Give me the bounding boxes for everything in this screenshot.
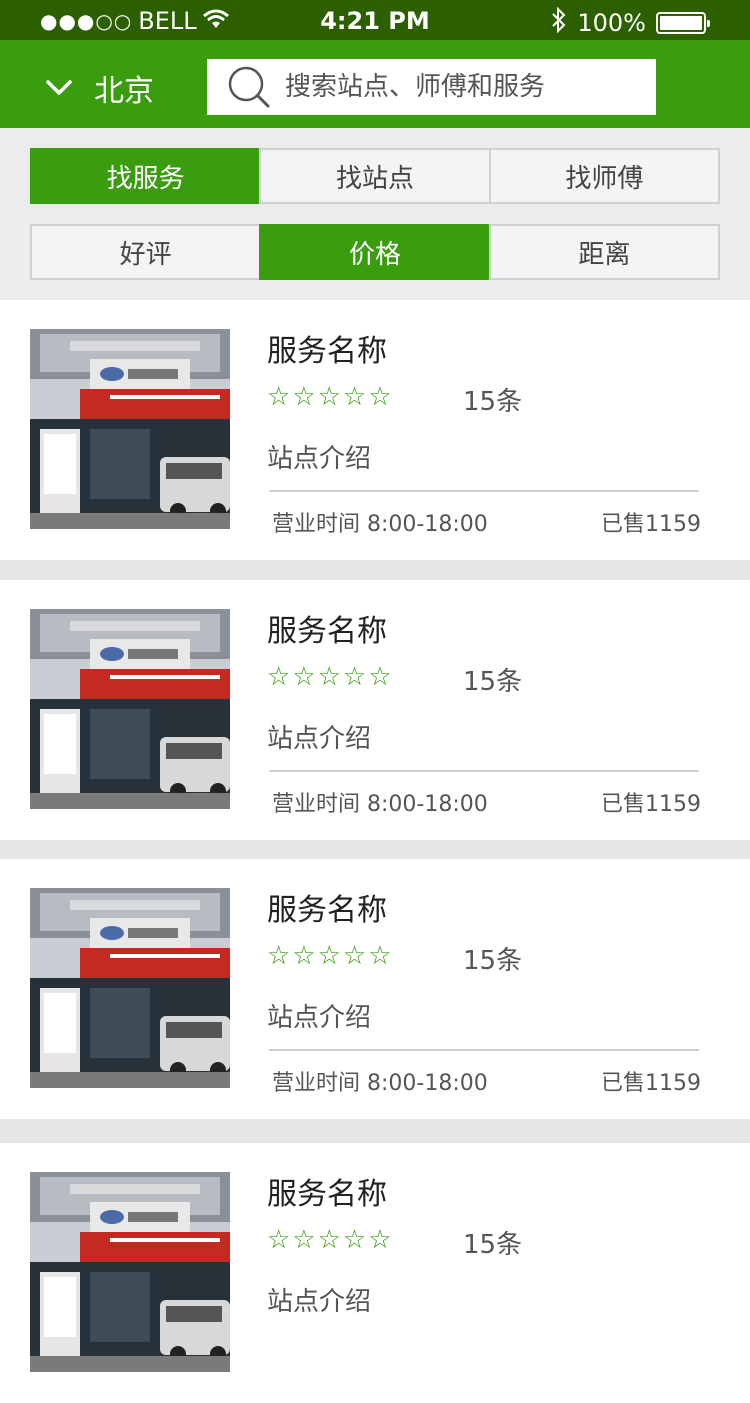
list-item[interactable]: 服务名称 ☆☆☆☆☆ 15条 站点介绍 营业时间 8:00-18:00 已售11… xyxy=(0,580,750,840)
service-name: 服务名称 xyxy=(267,893,387,928)
tab-find-master[interactable]: 找师傅 xyxy=(488,148,720,204)
review-count: 15条 xyxy=(463,946,523,976)
top-nav: 北京 xyxy=(0,40,750,128)
station-intro: 站点介绍 xyxy=(267,1287,372,1317)
business-hours: 营业时间 8:00-18:00 xyxy=(272,792,488,817)
search-box[interactable] xyxy=(207,59,656,115)
sold-count: 已售1159 xyxy=(601,512,701,537)
search-icon xyxy=(227,65,271,109)
primary-tabs: 找服务 找站点 找师傅 xyxy=(30,148,720,204)
rating-stars-icon: ☆☆☆☆☆ xyxy=(267,941,394,971)
divider xyxy=(269,770,699,772)
tab-find-service[interactable]: 找服务 xyxy=(30,148,262,204)
list-item[interactable]: 服务名称 ☆☆☆☆☆ 15条 站点介绍 营业时间 8:00-18:00 已售11… xyxy=(0,300,750,560)
divider xyxy=(269,490,699,492)
station-intro: 站点介绍 xyxy=(267,724,372,754)
city-label: 北京 xyxy=(94,74,154,109)
business-hours: 营业时间 8:00-18:00 xyxy=(272,512,488,537)
review-count: 15条 xyxy=(463,387,523,417)
list-item[interactable]: 服务名称 ☆☆☆☆☆ 15条 站点介绍 xyxy=(0,1143,750,1403)
chevron-down-icon xyxy=(44,71,74,106)
review-count: 15条 xyxy=(463,667,523,697)
status-bar: ●●●○○ BELL 4:21 PM 100% xyxy=(0,0,750,40)
service-name: 服务名称 xyxy=(267,614,387,649)
bluetooth-icon xyxy=(551,6,567,39)
sort-rating[interactable]: 好评 xyxy=(30,224,262,280)
rating-stars-icon: ☆☆☆☆☆ xyxy=(267,382,394,412)
service-name: 服务名称 xyxy=(267,334,387,369)
battery-icon xyxy=(656,12,710,34)
station-photo xyxy=(30,609,230,809)
service-name: 服务名称 xyxy=(267,1177,387,1212)
review-count: 15条 xyxy=(463,1230,523,1260)
station-intro: 站点介绍 xyxy=(267,444,372,474)
rating-stars-icon: ☆☆☆☆☆ xyxy=(267,1225,394,1255)
station-photo xyxy=(30,329,230,529)
status-right: 100% xyxy=(551,6,710,39)
sold-count: 已售1159 xyxy=(601,792,701,817)
station-photo xyxy=(30,1172,230,1372)
sort-distance[interactable]: 距离 xyxy=(488,224,720,280)
rating-stars-icon: ☆☆☆☆☆ xyxy=(267,662,394,692)
station-photo xyxy=(30,888,230,1088)
filter-panel: 找服务 找站点 找师傅 好评 价格 距离 xyxy=(0,128,750,300)
tab-find-station[interactable]: 找站点 xyxy=(259,148,491,204)
city-selector[interactable]: 北京 xyxy=(44,66,154,110)
search-input[interactable] xyxy=(285,72,645,102)
list-item[interactable]: 服务名称 ☆☆☆☆☆ 15条 站点介绍 营业时间 8:00-18:00 已售11… xyxy=(0,859,750,1119)
station-intro: 站点介绍 xyxy=(267,1003,372,1033)
divider xyxy=(269,1049,699,1051)
sort-tabs: 好评 价格 距离 xyxy=(30,224,720,280)
business-hours: 营业时间 8:00-18:00 xyxy=(272,1071,488,1096)
sold-count: 已售1159 xyxy=(601,1071,701,1096)
battery-label: 100% xyxy=(577,9,646,37)
sort-price[interactable]: 价格 xyxy=(259,224,491,280)
